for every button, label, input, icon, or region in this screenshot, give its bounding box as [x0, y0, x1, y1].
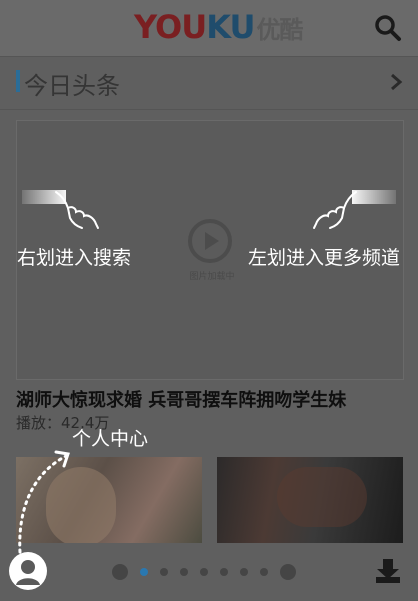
- search-page-icon[interactable]: [112, 564, 128, 580]
- logo-chinese: 优酷: [256, 16, 303, 44]
- page-dot[interactable]: [220, 568, 228, 576]
- logo-you: YOU: [134, 8, 207, 46]
- youku-logo[interactable]: YOUKU优酷: [134, 8, 303, 46]
- chevron-right-icon[interactable]: [388, 72, 404, 92]
- swipe-hand-icon: [313, 191, 357, 229]
- download-icon[interactable]: [374, 557, 402, 585]
- section-accent-bar: [16, 70, 20, 92]
- page-dot[interactable]: [240, 568, 248, 576]
- user-avatar-icon[interactable]: [9, 552, 47, 590]
- video-title[interactable]: 湖师大惊现求婚 兵哥哥摆车阵拥吻学生妹: [16, 386, 346, 412]
- swipe-right-hint: 右划进入搜索: [17, 247, 132, 269]
- swipe-left-hint: 左划进入更多频道: [248, 247, 401, 269]
- page-indicator: [112, 563, 296, 581]
- app-header: YOUKU优酷: [0, 0, 418, 57]
- page-dot[interactable]: [160, 568, 168, 576]
- image-loading-text: 图片加载中: [189, 272, 235, 282]
- dotted-arrow-icon: [18, 450, 70, 554]
- page-dot[interactable]: [260, 568, 268, 576]
- page-dot[interactable]: [200, 568, 208, 576]
- section-title: 今日头条: [24, 72, 120, 100]
- video-thumbnail[interactable]: [217, 457, 403, 543]
- search-icon[interactable]: [374, 14, 402, 42]
- logo-ku: KU: [206, 8, 255, 46]
- page-dot[interactable]: [180, 568, 188, 576]
- personal-center-hint: 个人中心: [72, 428, 149, 450]
- play-icon[interactable]: [186, 217, 234, 265]
- page-dot-active[interactable]: [140, 568, 148, 576]
- chart-page-icon[interactable]: [280, 564, 296, 580]
- swipe-hand-icon: [55, 191, 99, 229]
